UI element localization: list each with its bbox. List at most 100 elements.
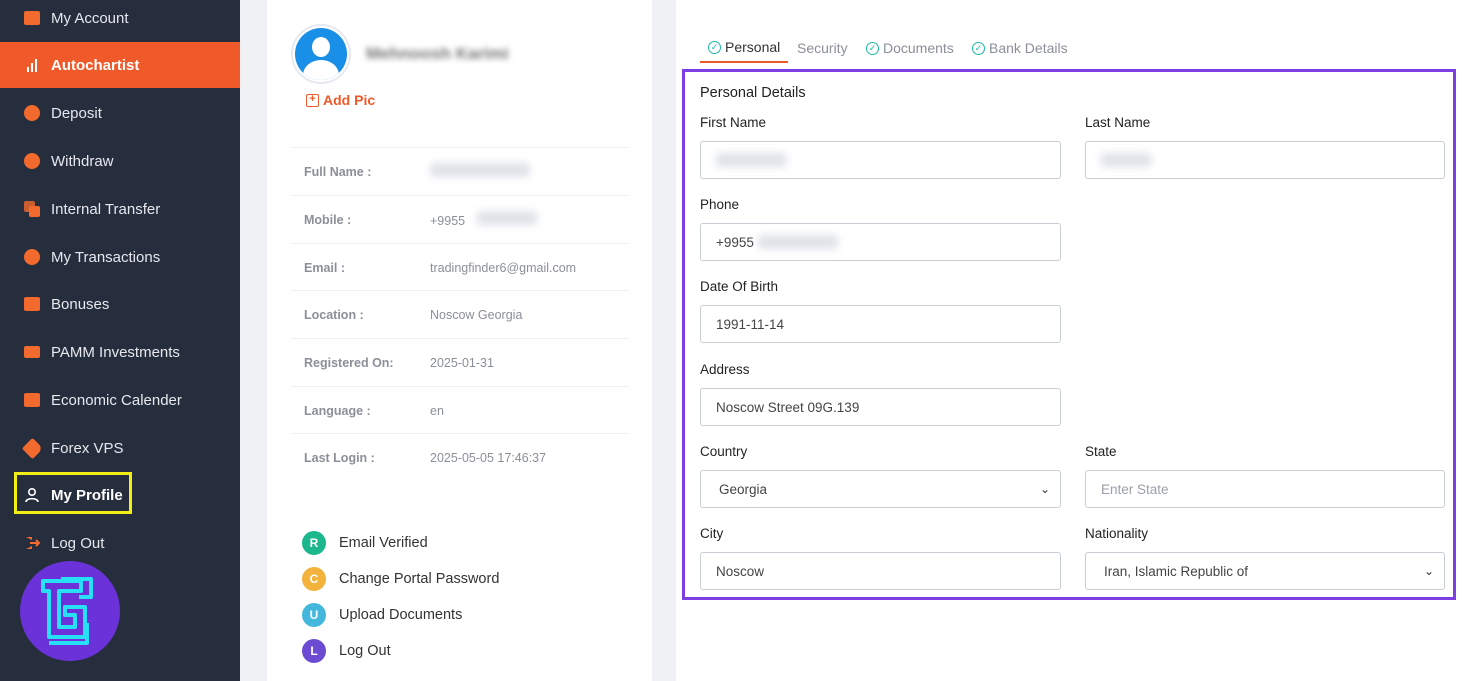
sidebar-item-label: Bonuses (51, 295, 110, 313)
state-label: State (1085, 444, 1117, 459)
sidebar-item-label: Log Out (51, 534, 105, 552)
email-verified-link[interactable]: R Email Verified (302, 531, 428, 555)
add-pic-button[interactable]: + Add Pic (306, 92, 375, 108)
country-select[interactable]: Georgia ⌄ (700, 470, 1061, 508)
info-value: 2025-05-05 17:46:37 (430, 450, 547, 465)
action-label: Upload Documents (339, 607, 463, 623)
nationality-label: Nationality (1085, 526, 1149, 541)
chevron-down-icon: ⌄ (1423, 564, 1434, 578)
info-label: Email : (304, 260, 345, 275)
tab-label: Security (797, 40, 848, 56)
phone-input[interactable]: +9955 (700, 223, 1061, 261)
info-label: Mobile : (304, 212, 352, 227)
sidebar-item-label: Economic Calender (51, 391, 182, 409)
info-row-last-login: Last Login : 2025-05-05 17:46:37 (291, 433, 629, 481)
info-value: tradingfinder6@gmail.com (430, 260, 577, 275)
add-pic-label: Add Pic (323, 92, 376, 108)
gift-icon (23, 295, 41, 313)
u-badge-icon: U (302, 603, 326, 627)
info-value: +9955 (430, 211, 537, 228)
profile-name: Mehnoosh Karimi (366, 44, 509, 63)
sidebar-item-label: Deposit (51, 104, 102, 122)
info-row-mobile: Mobile : +9955 (291, 195, 629, 243)
transactions-icon (23, 248, 41, 266)
info-value-blurred (430, 163, 530, 180)
info-label: Full Name : (304, 164, 372, 179)
tab-label: Bank Details (989, 40, 1068, 56)
briefcase-icon (23, 9, 41, 27)
sidebar-item-label: Internal Transfer (51, 200, 161, 218)
sidebar-item-label: Autochartist (51, 56, 140, 74)
sidebar-item-forex-vps[interactable]: Forex VPS (0, 425, 240, 471)
tab-bank-details[interactable]: ✓ Bank Details (972, 33, 1068, 63)
sidebar-item-bonuses[interactable]: Bonuses (0, 281, 240, 327)
phone-label: Phone (700, 197, 740, 212)
sidebar-item-label: My Account (51, 9, 129, 27)
tab-personal[interactable]: ✓ Personal (700, 33, 789, 63)
logout-link[interactable]: L Log Out (302, 639, 391, 663)
withdraw-icon (23, 152, 41, 170)
city-label: City (700, 526, 724, 541)
action-label: Change Portal Password (339, 571, 500, 587)
first-name-input[interactable] (700, 141, 1061, 179)
chevron-down-icon: ⌄ (1039, 482, 1050, 496)
info-row-language: Language : en (291, 386, 629, 434)
tab-documents[interactable]: ✓ Documents (866, 33, 954, 63)
state-input[interactable]: Enter State (1085, 470, 1445, 508)
c-badge-icon: C (302, 567, 326, 591)
sidebar-item-withdraw[interactable]: Withdraw (0, 138, 240, 184)
sidebar-item-my-transactions[interactable]: My Transactions (0, 234, 240, 280)
sidebar-item-label: Withdraw (51, 152, 114, 170)
sidebar-item-deposit[interactable]: Deposit (0, 90, 240, 136)
sidebar-item-log-out[interactable]: Log Out (0, 520, 240, 566)
action-label: Log Out (339, 643, 391, 659)
calendar-icon (23, 391, 41, 409)
info-label: Registered On: (304, 355, 394, 370)
profile-card: Mehnoosh Karimi + Add Pic Full Name : Mo… (267, 0, 652, 681)
city-input[interactable]: Noscow (700, 552, 1061, 590)
first-name-label: First Name (700, 115, 767, 130)
sidebar-item-autochartist[interactable]: Autochartist (0, 42, 240, 88)
address-input[interactable]: Noscow Street 09G.139 (700, 388, 1061, 426)
check-circle-icon: ✓ (866, 41, 879, 55)
country-label: Country (700, 444, 748, 459)
info-label: Last Login : (304, 450, 375, 465)
country-value: Georgia (719, 481, 768, 497)
l-badge-icon: L (302, 639, 326, 663)
tab-label: Personal (725, 39, 781, 55)
info-label: Language : (304, 403, 371, 418)
tab-security[interactable]: Security (797, 33, 848, 63)
check-circle-icon: ✓ (708, 40, 721, 54)
tab-label: Documents (883, 40, 954, 56)
dob-input[interactable]: 1991-11-14 (700, 305, 1061, 343)
logout-icon (23, 534, 41, 552)
nationality-value: Iran, Islamic Republic of (1104, 563, 1249, 579)
deposit-icon (23, 104, 41, 122)
r-badge-icon: R (302, 531, 326, 555)
info-row-email: Email : tradingfinder6@gmail.com (291, 243, 629, 291)
bar-chart-icon (23, 56, 41, 74)
info-row-registered: Registered On: 2025-01-31 (291, 338, 629, 386)
action-label: Email Verified (339, 535, 428, 551)
dob-label: Date Of Birth (700, 279, 779, 294)
transfer-icon (23, 200, 41, 218)
check-circle-icon: ✓ (972, 41, 985, 55)
details-card: ✓ Personal Security ✓ Documents ✓ Bank D… (676, 0, 1464, 681)
phone-value: +9955 (716, 234, 754, 250)
my-profile-highlight (14, 472, 132, 514)
plus-icon: + (306, 93, 319, 107)
tag-icon (21, 437, 43, 459)
sidebar: My Account Autochartist Deposit Withdraw… (0, 0, 240, 681)
sidebar-item-internal-transfer[interactable]: Internal Transfer (0, 186, 240, 232)
sidebar-item-my-account[interactable]: My Account (0, 0, 240, 41)
upload-documents-link[interactable]: U Upload Documents (302, 603, 462, 627)
last-name-input[interactable] (1085, 141, 1445, 179)
sidebar-item-economic-calender[interactable]: Economic Calender (0, 377, 240, 423)
nationality-select[interactable]: Iran, Islamic Republic of ⌄ (1085, 552, 1445, 590)
user-avatar-icon (295, 28, 347, 80)
sidebar-item-pamm-investments[interactable]: PAMM Investments (0, 329, 240, 375)
info-value: 2025-01-31 (430, 355, 494, 370)
info-value: en (430, 403, 444, 418)
avatar[interactable] (291, 24, 351, 84)
change-password-link[interactable]: C Change Portal Password (302, 567, 499, 591)
